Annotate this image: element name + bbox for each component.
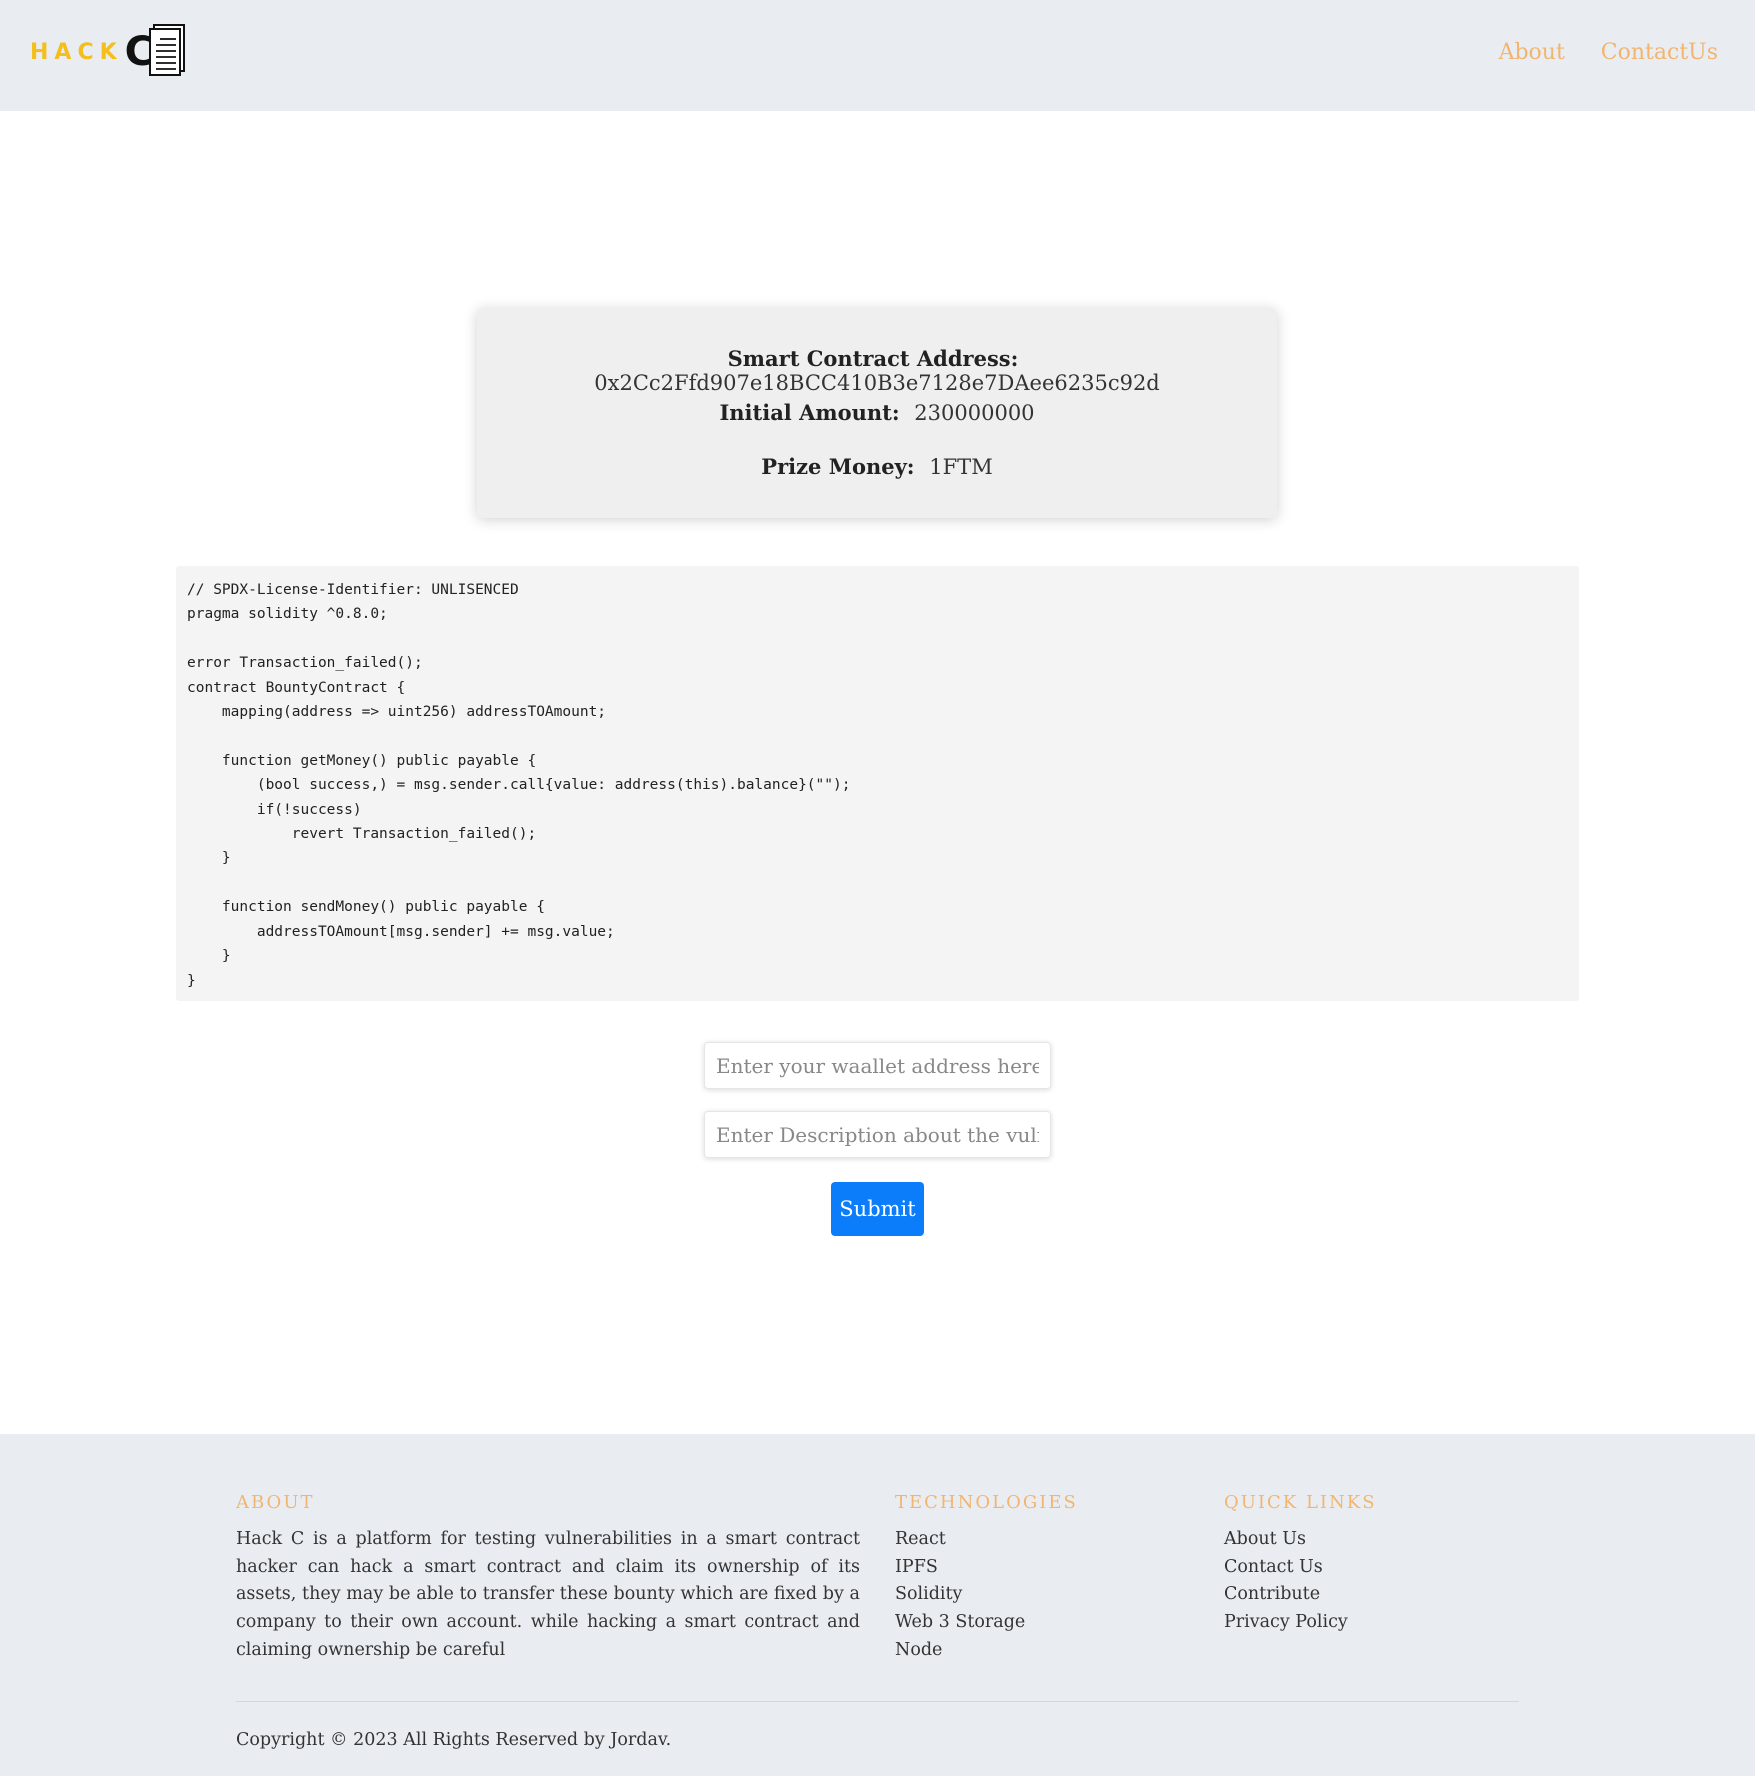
footer-divider	[236, 1701, 1519, 1702]
logo-text: HACK	[30, 39, 123, 65]
contract-address-value: 0x2Cc2Ffd907e18BCC410B3e7128e7DAee6235c9…	[594, 371, 1160, 395]
footer-link-contact-us[interactable]: Contact Us	[1224, 1554, 1348, 1582]
submit-button[interactable]: Submit	[831, 1182, 924, 1236]
footer: ABOUT Hack C is a platform for testing v…	[0, 1434, 1755, 1776]
initial-amount-value: 230000000	[914, 401, 1035, 425]
prize-money-value: 1FTM	[929, 455, 993, 479]
navbar: HACK C About ContactUs	[0, 0, 1755, 111]
footer-tech-item[interactable]: Web 3 Storage	[895, 1609, 1025, 1637]
footer-link-about-us[interactable]: About Us	[1224, 1526, 1348, 1554]
logo[interactable]: HACK C	[30, 24, 190, 80]
nav-link-about[interactable]: About	[1499, 40, 1565, 65]
footer-tech-item[interactable]: IPFS	[895, 1554, 1025, 1582]
wallet-address-input[interactable]	[704, 1042, 1051, 1089]
footer-tech-item[interactable]: Node	[895, 1637, 1025, 1665]
nav-link-contact[interactable]: ContactUs	[1601, 40, 1718, 65]
footer-technologies-list: React IPFS Solidity Web 3 Storage Node	[895, 1526, 1025, 1665]
footer-tech-item[interactable]: React	[895, 1526, 1025, 1554]
prize-money-row: Prize Money: 1FTM	[477, 454, 1277, 479]
footer-link-privacy-policy[interactable]: Privacy Policy	[1224, 1609, 1348, 1637]
footer-copyright: Copyright © 2023 All Rights Reserved by …	[236, 1730, 672, 1750]
contract-code-block: // SPDX-License-Identifier: UNLISENCED p…	[176, 566, 1579, 1001]
footer-about-text: Hack C is a platform for testing vulnera…	[236, 1529, 860, 1660]
footer-quick-links-heading: QUICK LINKS	[1224, 1492, 1377, 1513]
contract-address-row: Smart Contract Address: 0x2Cc2Ffd907e18B…	[477, 346, 1277, 395]
contract-address-label: Smart Contract Address:	[727, 346, 1019, 371]
initial-amount-row: Initial Amount: 230000000	[477, 400, 1277, 425]
footer-technologies-heading: TECHNOLOGIES	[895, 1492, 1078, 1513]
footer-link-contribute[interactable]: Contribute	[1224, 1581, 1348, 1609]
initial-amount-label: Initial Amount:	[719, 400, 900, 425]
vulnerability-description-input[interactable]	[704, 1111, 1051, 1158]
contract-source-code: // SPDX-License-Identifier: UNLISENCED p…	[187, 582, 851, 989]
footer-tech-item[interactable]: Solidity	[895, 1581, 1025, 1609]
document-icon	[149, 24, 185, 76]
nav-links: About ContactUs	[1499, 40, 1718, 65]
contract-info-card: Smart Contract Address: 0x2Cc2Ffd907e18B…	[477, 308, 1277, 518]
footer-quick-links-list: About Us Contact Us Contribute Privacy P…	[1224, 1526, 1348, 1637]
footer-about-heading: ABOUT	[236, 1492, 315, 1513]
prize-money-label: Prize Money:	[761, 454, 915, 479]
